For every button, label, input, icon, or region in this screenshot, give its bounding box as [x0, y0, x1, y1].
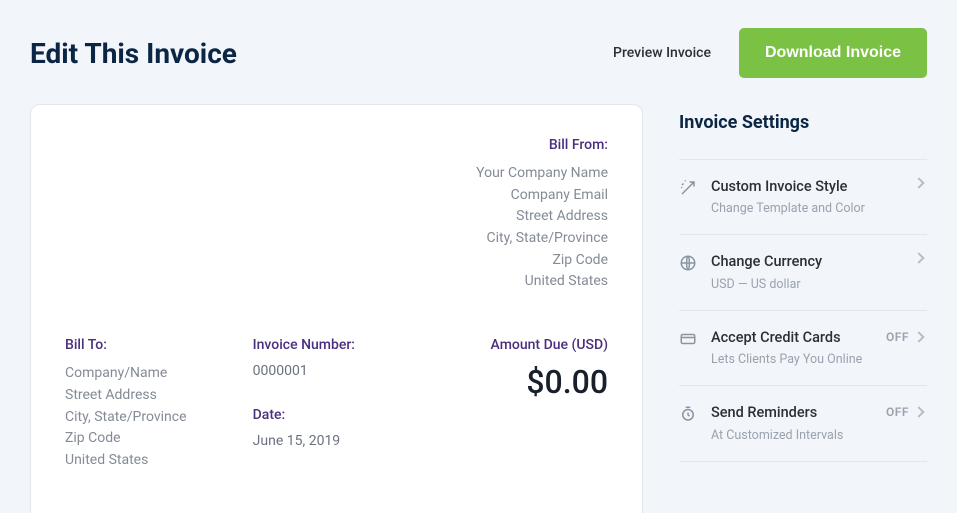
off-badge: OFF — [886, 405, 909, 419]
bill-from-section: Bill From: Your Company Name Company Ema… — [65, 137, 608, 293]
bill-from-country[interactable]: United States — [65, 271, 608, 293]
bill-from-label: Bill From: — [65, 137, 608, 153]
bill-to-label: Bill To: — [65, 337, 233, 353]
bill-to-country[interactable]: United States — [65, 450, 233, 472]
setting-accept-credit-cards[interactable]: Accept Credit Cards Lets Clients Pay You… — [679, 310, 927, 385]
date-value[interactable]: June 15, 2019 — [253, 433, 405, 449]
date-label: Date: — [253, 407, 405, 423]
amount-due-value: $0.00 — [425, 363, 608, 401]
setting-sub: USD — US dollar — [711, 277, 901, 292]
chevron-right-icon — [913, 177, 924, 188]
setting-label: Send Reminders — [711, 404, 872, 421]
setting-sub: At Customized Intervals — [711, 428, 872, 443]
invoice-settings-title: Invoice Settings — [679, 112, 927, 133]
invoice-number-label: Invoice Number: — [253, 337, 405, 353]
page-title: Edit This Invoice — [30, 37, 237, 70]
bill-from-city-state[interactable]: City, State/Province — [65, 228, 608, 250]
setting-label: Custom Invoice Style — [711, 178, 901, 195]
bill-to-company-name[interactable]: Company/Name — [65, 363, 233, 385]
chevron-right-icon — [913, 407, 924, 418]
chevron-right-icon — [913, 331, 924, 342]
chevron-right-icon — [913, 253, 924, 264]
setting-label: Accept Credit Cards — [711, 329, 872, 346]
preview-invoice-link[interactable]: Preview Invoice — [613, 45, 711, 61]
clock-icon — [679, 405, 697, 423]
off-badge: OFF — [886, 330, 909, 344]
amount-due-section: Amount Due (USD) $0.00 — [425, 337, 608, 471]
globe-icon — [679, 254, 697, 272]
invoice-number-section: Invoice Number: 0000001 Date: June 15, 2… — [253, 337, 405, 471]
bill-from-zip[interactable]: Zip Code — [65, 250, 608, 272]
wand-icon — [679, 179, 697, 197]
bill-to-street[interactable]: Street Address — [65, 385, 233, 407]
setting-custom-style[interactable]: Custom Invoice Style Change Template and… — [679, 159, 927, 234]
bill-from-street[interactable]: Street Address — [65, 206, 608, 228]
setting-sub: Change Template and Color — [711, 201, 901, 216]
bill-from-company-name[interactable]: Your Company Name — [65, 163, 608, 185]
invoice-settings-panel: Invoice Settings Custom Invoice Style Ch… — [679, 104, 927, 462]
invoice-card: Bill From: Your Company Name Company Ema… — [30, 104, 643, 513]
credit-card-icon — [679, 330, 697, 348]
amount-due-label: Amount Due (USD) — [425, 337, 608, 353]
page-header: Edit This Invoice Preview Invoice Downlo… — [30, 28, 927, 78]
download-invoice-button[interactable]: Download Invoice — [739, 28, 927, 78]
bill-to-section: Bill To: Company/Name Street Address Cit… — [65, 337, 233, 471]
bill-from-email[interactable]: Company Email — [65, 185, 608, 207]
bill-to-zip[interactable]: Zip Code — [65, 428, 233, 450]
setting-change-currency[interactable]: Change Currency USD — US dollar — [679, 234, 927, 309]
setting-label: Change Currency — [711, 253, 901, 270]
setting-sub: Lets Clients Pay You Online — [711, 352, 872, 367]
invoice-number-value[interactable]: 0000001 — [253, 363, 405, 379]
setting-send-reminders[interactable]: Send Reminders At Customized Intervals O… — [679, 385, 927, 460]
bill-to-city-state[interactable]: City, State/Province — [65, 407, 233, 429]
divider — [679, 461, 927, 462]
